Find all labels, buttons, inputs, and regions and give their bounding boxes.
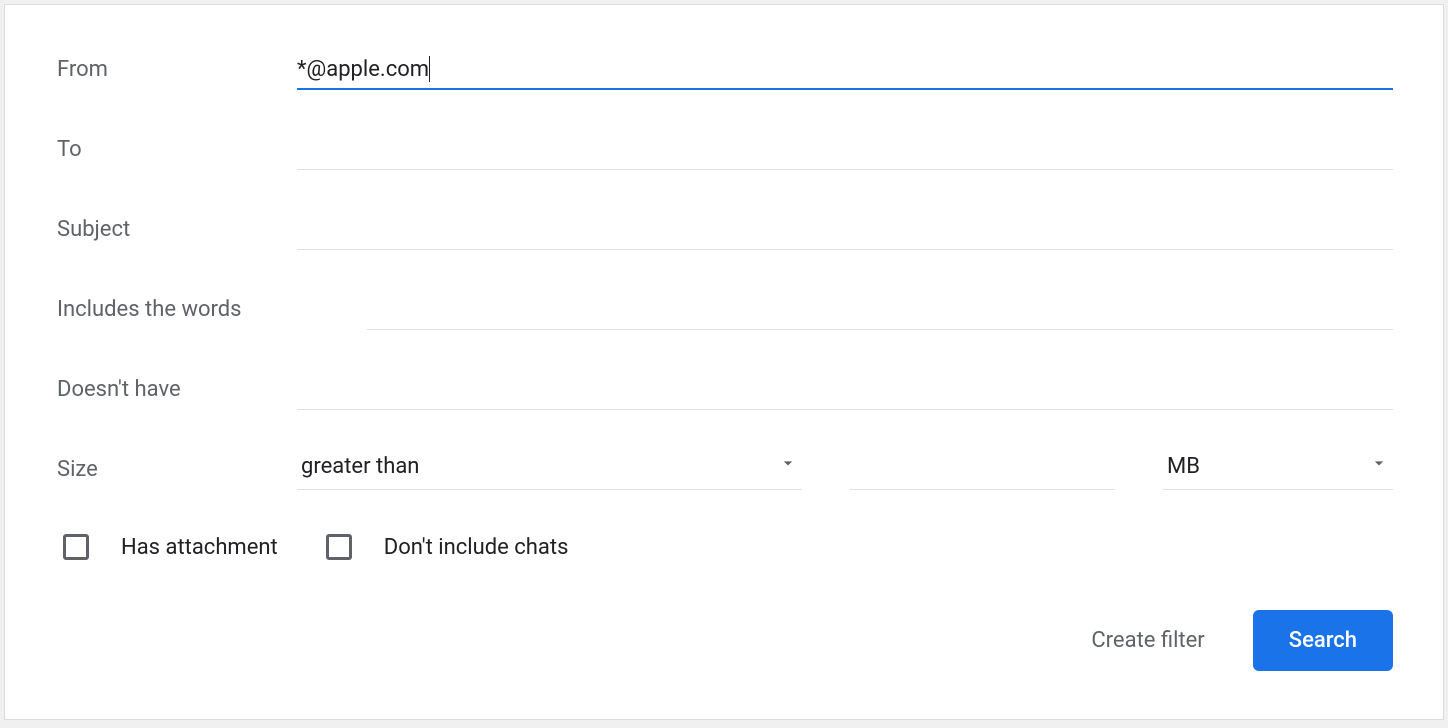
includes-label: Includes the words: [57, 297, 367, 330]
size-value-input[interactable]: [850, 449, 1115, 490]
checkbox-row: Has attachment Don't include chats: [63, 534, 1393, 560]
includes-input[interactable]: [367, 292, 1393, 330]
has-attachment-label: Has attachment: [121, 535, 278, 560]
to-label: To: [57, 137, 297, 170]
to-row: To: [57, 130, 1393, 170]
from-input-text: *@apple.com: [297, 57, 429, 82]
size-row: Size greater than MB: [57, 450, 1393, 490]
caret-down-icon: [1369, 453, 1389, 479]
doesnt-have-input[interactable]: [297, 372, 1393, 410]
size-comparator-value: greater than: [301, 454, 419, 479]
size-unit-value: MB: [1167, 454, 1200, 479]
has-attachment-checkbox[interactable]: Has attachment: [63, 534, 278, 560]
subject-row: Subject: [57, 210, 1393, 250]
dont-include-chats-label: Don't include chats: [384, 535, 569, 560]
subject-input[interactable]: [297, 212, 1393, 250]
from-row: From *@apple.com: [57, 50, 1393, 90]
size-comparator-dropdown[interactable]: greater than: [297, 449, 802, 490]
size-unit-dropdown[interactable]: MB: [1163, 449, 1393, 490]
footer-actions: Create filter Search: [57, 610, 1393, 671]
dont-include-chats-checkbox[interactable]: Don't include chats: [326, 534, 569, 560]
search-filter-panel: From *@apple.com To Subject Includes the…: [4, 4, 1444, 720]
create-filter-button[interactable]: Create filter: [1091, 628, 1204, 653]
checkbox-icon: [326, 534, 352, 560]
text-cursor-icon: [429, 56, 430, 82]
includes-row: Includes the words: [57, 290, 1393, 330]
from-label: From: [57, 57, 297, 90]
checkbox-icon: [63, 534, 89, 560]
doesnt-have-label: Doesn't have: [57, 377, 297, 410]
to-input[interactable]: [297, 132, 1393, 170]
from-input[interactable]: *@apple.com: [297, 52, 1393, 90]
size-label: Size: [57, 457, 297, 490]
doesnt-have-row: Doesn't have: [57, 370, 1393, 410]
search-button[interactable]: Search: [1253, 610, 1393, 671]
caret-down-icon: [778, 453, 798, 479]
subject-label: Subject: [57, 217, 297, 250]
